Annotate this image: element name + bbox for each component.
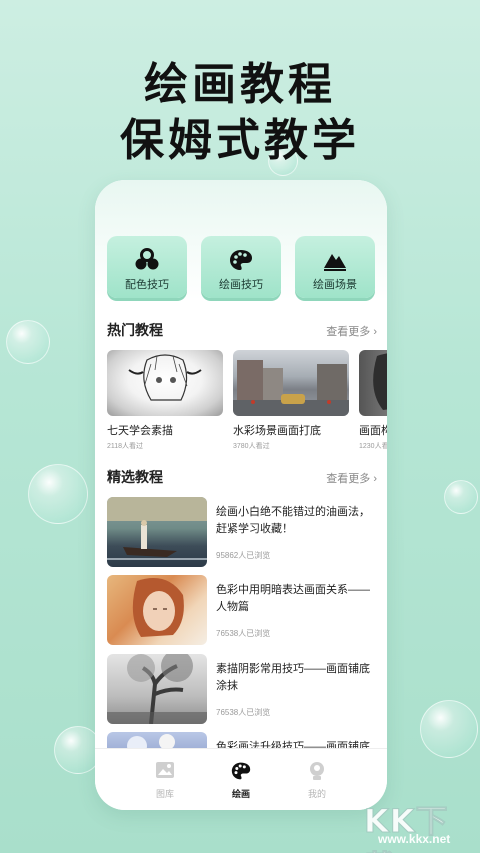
see-more-label: 查看更多: [326, 326, 371, 338]
tab-label: 我的: [307, 789, 326, 799]
bubble-decoration: [28, 464, 88, 524]
featured-section-title: 精选教程: [107, 469, 163, 485]
hot-card[interactable]: 七天学会素描 2118人看过: [107, 350, 225, 451]
image-icon: [135, 761, 195, 783]
palette-icon: [211, 761, 271, 783]
bottom-tab-bar: 图库 绘画 我的: [95, 748, 387, 810]
category-row: 配色技巧 绘画技巧 绘画场景: [107, 236, 375, 300]
featured-item-views: 95862人已浏览: [216, 551, 271, 560]
featured-thumbnail: [107, 575, 207, 645]
featured-item-views: 76538人已浏览: [216, 708, 271, 717]
bubble-decoration: [444, 480, 478, 514]
hot-thumbnail: [359, 350, 387, 416]
featured-see-more-link[interactable]: 查看更多 ›: [326, 470, 377, 486]
hot-card-views: 2118人看过: [107, 443, 144, 450]
featured-thumbnail: [107, 497, 207, 567]
category-label: 绘画技巧: [219, 279, 263, 291]
hot-card-title: 水彩场景画面打底: [233, 425, 321, 437]
tab-profile[interactable]: 我的: [287, 761, 347, 800]
palette-icon: [201, 248, 281, 272]
hot-card[interactable]: 水彩场景画面打底 3780人看过: [233, 350, 351, 451]
watermark-logo: KK下载 www.kkx.net: [356, 796, 476, 853]
category-color-tips[interactable]: 配色技巧: [107, 236, 187, 298]
bubble-decoration: [6, 320, 50, 364]
profile-icon: [287, 761, 347, 783]
featured-item[interactable]: 绘画小白绝不能错过的油画法，赶紧学习收藏！ 95862人已浏览: [107, 497, 375, 569]
category-label: 配色技巧: [125, 279, 169, 291]
hot-thumbnail: [233, 350, 349, 416]
featured-item[interactable]: 素描阴影常用技巧——画面铺底涂抹 76538人已浏览: [107, 654, 375, 726]
featured-item-title: 绘画小白绝不能错过的油画法，赶紧学习收藏！: [216, 506, 370, 535]
category-painting-scenes[interactable]: 绘画场景: [295, 236, 375, 298]
featured-item[interactable]: 色彩中用明暗表达画面关系——人物篇 76538人已浏览: [107, 575, 375, 647]
mountain-icon: [295, 248, 375, 272]
watermark-url: www.kkx.net: [378, 832, 451, 846]
tab-label: 图库: [155, 789, 174, 799]
hot-card-views: 1230人看过: [359, 443, 387, 450]
hot-card-title: 七天学会素描: [107, 425, 173, 437]
hot-thumbnail: [107, 350, 223, 416]
bubble-decoration: [420, 700, 478, 758]
hot-card[interactable]: 画面构图明暗关系 1230人看过: [359, 350, 387, 451]
featured-item-views: 76538人已浏览: [216, 629, 271, 638]
hot-see-more-link[interactable]: 查看更多 ›: [326, 323, 377, 339]
headline-line1: 绘画教程: [144, 59, 336, 110]
hot-list: 七天学会素描 2118人看过 水彩场景画面打底 3780人看过 画面构 1230…: [107, 350, 387, 450]
see-more-label: 查看更多: [326, 473, 371, 485]
hot-card-title: 画面构图明暗关系: [359, 425, 387, 437]
featured-item-title: 素描阴影常用技巧——画面铺底涂抹: [216, 663, 370, 692]
color-circles-icon: [107, 248, 187, 272]
category-label: 绘画场景: [313, 279, 357, 291]
hot-card-views: 3780人看过: [233, 443, 270, 450]
hot-section-title: 热门教程: [107, 322, 163, 338]
headline-line2: 保姆式教学: [120, 115, 360, 166]
category-painting-tips[interactable]: 绘画技巧: [201, 236, 281, 298]
featured-thumbnail: [107, 654, 207, 724]
phone-mockup: 配色技巧 绘画技巧 绘画场景 热门教程 查看更多 › 七天学会素描 2118人看…: [95, 180, 387, 810]
tab-painting[interactable]: 绘画: [211, 761, 271, 800]
tab-label: 绘画: [231, 789, 250, 799]
featured-item-title: 色彩中用明暗表达画面关系——人物篇: [216, 584, 370, 613]
tab-gallery[interactable]: 图库: [135, 761, 195, 800]
chevron-right-icon: ›: [373, 473, 377, 485]
chevron-right-icon: ›: [373, 326, 377, 338]
